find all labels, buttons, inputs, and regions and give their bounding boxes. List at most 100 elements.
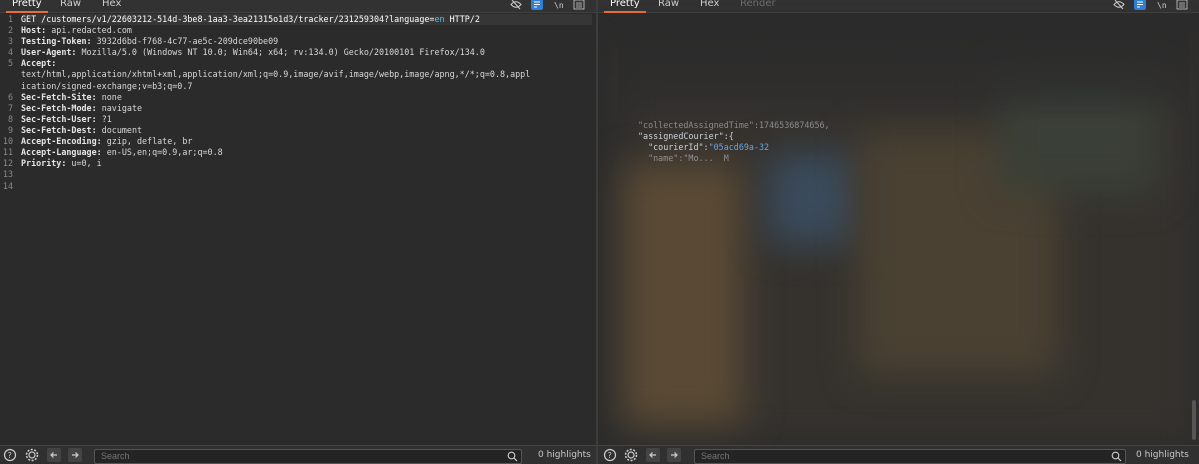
request-editor[interactable]: 1 2 3 4 5 6 7 8 9 10 11 12 13 14 GET /customers/v1/22… <box>0 13 596 446</box>
code-line[interactable] <box>21 180 592 191</box>
code-token: api.redacted.com <box>51 25 132 36</box>
code-line[interactable]: "collectedAssignedTime":1746536874656, <box>638 120 830 131</box>
code-token: navigate <box>101 102 143 113</box>
line-number: 12 <box>2 158 13 169</box>
response-statusbar: ? 0 highlights <box>598 445 1199 464</box>
line-number: 5 <box>7 58 13 69</box>
menu-icon[interactable] <box>1176 0 1188 10</box>
code-line[interactable]: text/html,application/xhtml+xml,applicat… <box>21 69 592 80</box>
code-line[interactable]: Testing-Token: 3932d6bd-f768-4c77-ae5c-2… <box>21 36 592 47</box>
code-token: 3932d6bd-f768-4c77-ae5c-209dce90be09 <box>96 36 279 47</box>
code-token: "collectedAssignedTime":1746536874656, <box>638 120 830 130</box>
line-number: 14 <box>2 180 13 191</box>
code-token: "courierId": <box>638 142 709 153</box>
code-line[interactable]: "name":"Mo... M <box>638 153 830 164</box>
code-token: text/html,application/xhtml+xml,applicat… <box>21 69 531 80</box>
code-line[interactable]: User-Agent: Mozilla/5.0 (Windows NT 10.0… <box>21 47 592 58</box>
code-token: User-Agent: <box>21 47 82 58</box>
line-number: 8 <box>7 113 13 124</box>
menu-icon[interactable] <box>573 0 585 10</box>
svg-text:\n: \n <box>554 1 564 10</box>
code-line[interactable]: Sec-Fetch-Mode: navigate <box>21 103 592 114</box>
tab-pretty[interactable]: Pretty <box>6 0 48 13</box>
settings-icon[interactable] <box>25 448 39 462</box>
help-icon[interactable]: ? <box>603 448 617 462</box>
newline-icon[interactable]: \n <box>552 0 564 10</box>
code-token: u=0, i <box>71 158 102 169</box>
newline-icon[interactable]: \n <box>1155 0 1167 10</box>
line-number: 11 <box>2 147 13 158</box>
code-token: Accept: <box>21 58 57 69</box>
svg-text:?: ? <box>608 451 612 460</box>
forward-icon[interactable] <box>68 448 82 462</box>
svg-text:?: ? <box>8 451 12 460</box>
wrap-lines-icon[interactable] <box>1134 0 1146 10</box>
tab-raw[interactable]: Raw <box>658 0 679 10</box>
code-token: "05acd69a-32 <box>708 142 770 153</box>
search-icon[interactable] <box>507 451 518 462</box>
tab-raw[interactable]: Raw <box>60 0 81 10</box>
code-token: Mozilla/5.0 (Windows NT 10.0; Win64; x64… <box>81 47 485 58</box>
tab-hex[interactable]: Hex <box>700 0 719 10</box>
svg-text:\n: \n <box>1157 1 1167 10</box>
code-line[interactable]: GET /customers/v1/22603212-514d-3be8-1aa… <box>21 14 592 26</box>
code-line[interactable]: "assignedCourier":{ <box>638 131 830 142</box>
request-pane: Pretty Raw Hex \n 1 2 3 4 5 6 7 8 9 10 11 12 13 14 GE… <box>0 0 596 464</box>
highlights-count: 0 highlights <box>1136 450 1189 460</box>
help-icon[interactable]: ? <box>3 448 17 462</box>
code-token: document <box>101 124 143 135</box>
back-icon[interactable] <box>646 448 660 462</box>
response-code[interactable]: "collectedAssignedTime":1746536874656, "a… <box>638 120 830 164</box>
code-token: Accept-Encoding: <box>21 136 107 147</box>
code-token: ?1 <box>101 113 112 124</box>
code-line[interactable] <box>21 169 592 180</box>
code-token: Priority: <box>21 158 72 169</box>
code-token: "assignedCourier":{ <box>638 131 734 142</box>
request-search-input[interactable] <box>101 450 481 462</box>
vertical-scrollbar[interactable] <box>1192 400 1196 440</box>
code-line[interactable]: Host: api.redacted.com <box>21 25 592 36</box>
tab-render[interactable]: Render <box>740 0 776 10</box>
response-search-input[interactable] <box>701 450 1081 462</box>
code-line[interactable]: Sec-Fetch-Dest: document <box>21 125 592 136</box>
code-line[interactable]: Accept-Language: en-US,en;q=0.9,ar;q=0.8 <box>21 147 592 158</box>
response-pane: Pretty Raw Hex Render \n "collectedAssig… <box>598 0 1199 464</box>
line-number: 2 <box>7 25 13 36</box>
highlights-count: 0 highlights <box>538 450 591 460</box>
code-line[interactable]: Sec-Fetch-User: ?1 <box>21 114 592 125</box>
tab-hex[interactable]: Hex <box>102 0 121 10</box>
request-statusbar: ? 0 highlights <box>0 445 596 464</box>
code-token: none <box>101 91 122 102</box>
settings-icon[interactable] <box>624 448 638 462</box>
code-line[interactable]: Accept-Encoding: gzip, deflate, br <box>21 136 592 147</box>
code-token: Sec-Fetch-User: <box>21 113 102 124</box>
code-token: en <box>434 14 445 24</box>
request-tabbar: Pretty Raw Hex \n <box>0 0 596 13</box>
code-token: ication/signed-exchange;v=b3;q=0.7 <box>21 80 193 91</box>
code-line[interactable]: Sec-Fetch-Site: none <box>21 92 592 103</box>
line-number: 3 <box>7 36 13 47</box>
response-toolbar-icons: \n <box>1113 0 1193 11</box>
code-token: "name":"Mo... M <box>638 153 729 164</box>
request-code[interactable]: GET /customers/v1/22603212-514d-3be8-1aa… <box>21 14 592 192</box>
code-line[interactable]: ication/signed-exchange;v=b3;q=0.7 <box>21 81 592 92</box>
code-line[interactable]: "courierId":"05acd69a-32 <box>638 142 830 153</box>
code-line[interactable]: Priority: u=0, i <box>21 158 592 169</box>
response-search-box <box>694 449 1126 464</box>
eye-off-icon[interactable] <box>510 0 522 10</box>
code-line[interactable]: Accept: <box>21 58 592 69</box>
request-toolbar-icons: \n <box>510 0 590 11</box>
blur-layer <box>623 164 743 424</box>
eye-off-icon[interactable] <box>1113 0 1125 10</box>
forward-icon[interactable] <box>667 448 681 462</box>
code-token: Testing-Token: <box>21 36 97 47</box>
code-token: GET /customers/v1/22603212-514d-3be8-1aa… <box>21 14 435 24</box>
tab-pretty[interactable]: Pretty <box>604 0 646 13</box>
blur-layer <box>768 154 858 244</box>
back-icon[interactable] <box>47 448 61 462</box>
wrap-lines-icon[interactable] <box>531 0 543 10</box>
request-search-box <box>94 449 522 464</box>
line-number: 7 <box>7 102 13 113</box>
search-icon[interactable] <box>1111 451 1122 462</box>
fade-mask <box>618 14 1189 124</box>
